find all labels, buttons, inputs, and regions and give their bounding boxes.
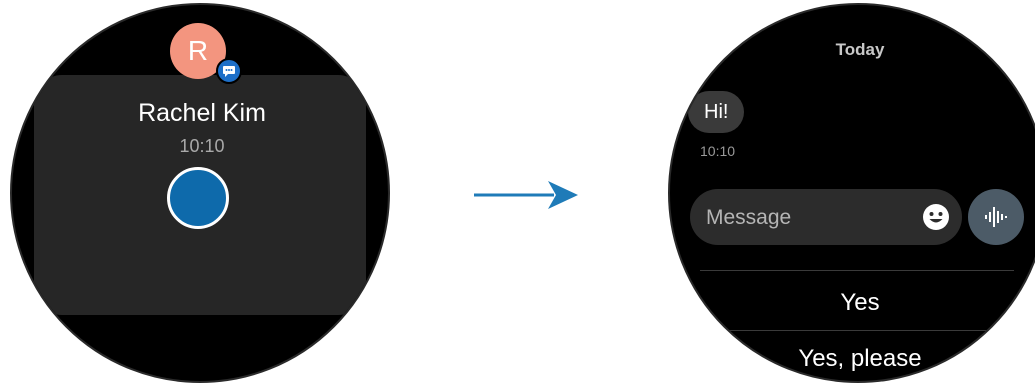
voice-input-icon [985, 207, 1007, 227]
message-text: Hi! [704, 101, 729, 123]
divider [700, 330, 1014, 331]
message-bubble[interactable]: Hi! [688, 91, 745, 133]
message-time: 10:10 [700, 143, 736, 159]
quick-reply-yes-please[interactable]: Yes, please [670, 345, 1035, 373]
message-input-placeholder: Message [706, 206, 792, 229]
watch-notification-screen: R Rachel Kim 10:10 [10, 3, 390, 383]
message-input[interactable]: Message [690, 189, 962, 245]
emoji-icon[interactable] [922, 203, 950, 231]
date-header: Today [835, 40, 885, 59]
message-bubble-icon [216, 58, 242, 84]
voice-input-button[interactable] [968, 189, 1024, 245]
quick-reply-yes[interactable]: Yes [670, 289, 1035, 317]
watch-conversation-screen: Today Hi! 10:10 Message Yes Yes, please [668, 3, 1035, 383]
arrow-right-icon [474, 181, 578, 209]
sender-name: Rachel Kim [138, 99, 266, 127]
record-button[interactable] [167, 167, 229, 229]
divider [700, 270, 1014, 271]
notification-time: 10:10 [179, 136, 225, 156]
avatar-letter: R [187, 35, 209, 66]
